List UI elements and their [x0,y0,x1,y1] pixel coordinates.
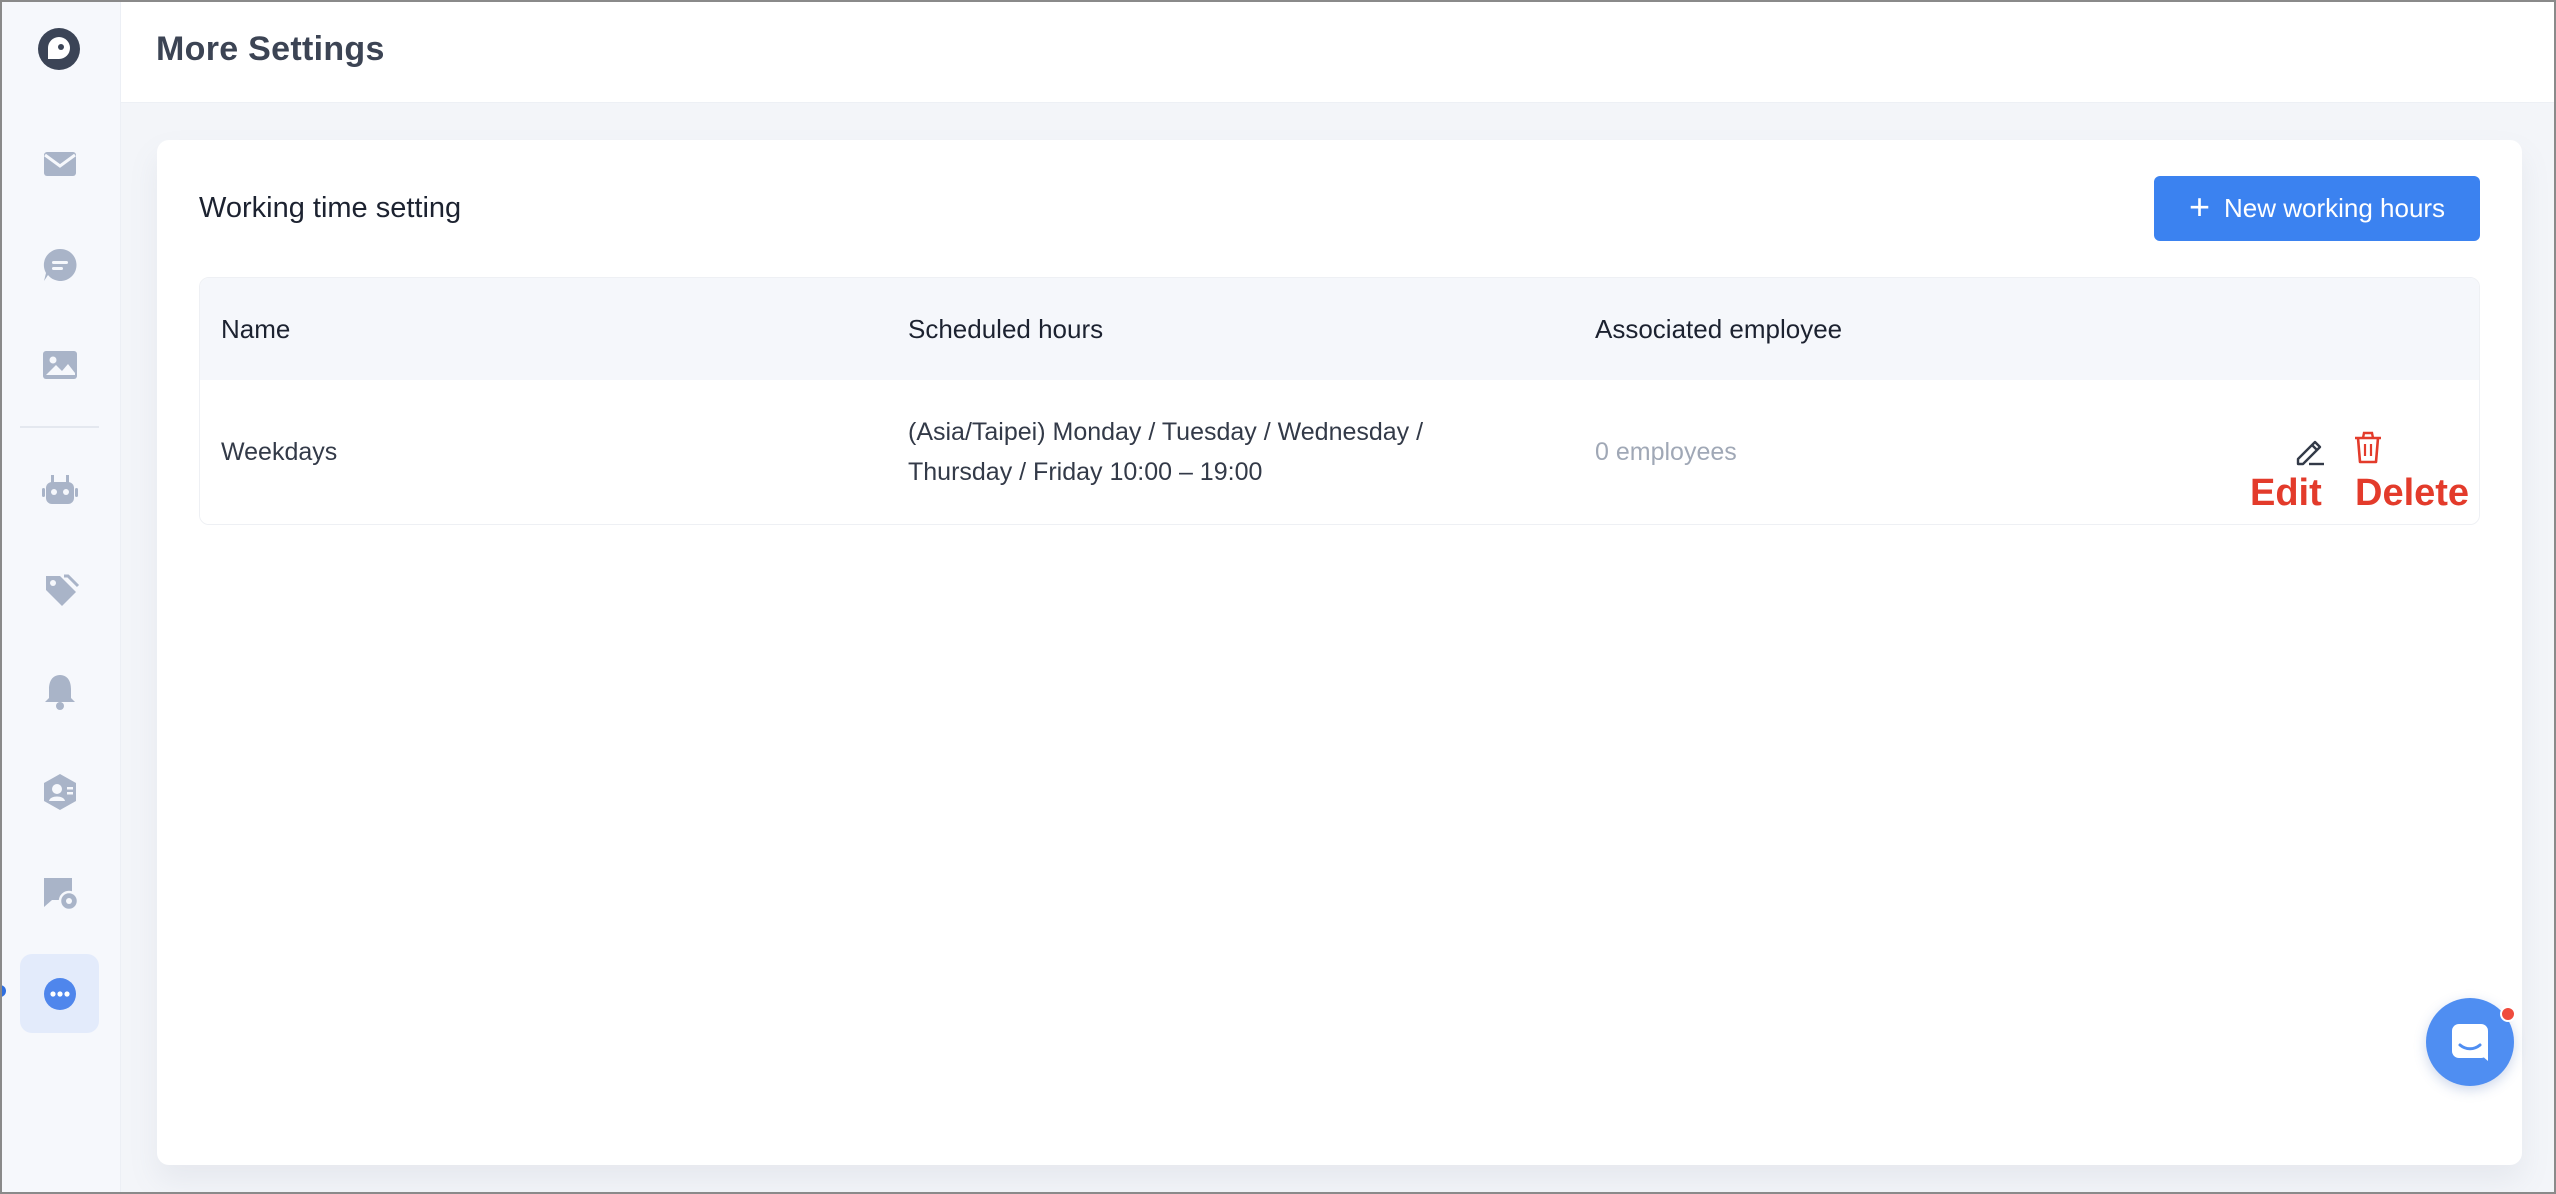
card-title: Working time setting [199,192,462,224]
working-hours-table: Name Scheduled hours Associated employee… [199,277,2480,525]
page-header: More Settings [121,0,2556,103]
unread-indicator [2500,1006,2516,1022]
tags-icon [45,574,79,606]
sidebar-item-bot[interactable] [20,450,99,529]
user-shield-icon [43,773,76,810]
sidebar-item-chat-settings[interactable] [20,852,99,931]
column-header-name: Name [221,314,291,344]
trash-icon [2355,431,2381,464]
active-indicator [0,985,6,997]
sidebar-item-tags[interactable] [20,550,99,629]
sidebar-item-inbox[interactable] [20,124,99,203]
sidebar-divider [20,426,99,428]
table-row: Weekdays (Asia/Taipei) Monday / Tuesday … [200,380,2479,524]
chat-bubble-icon [43,248,76,281]
sidebar [0,0,121,1194]
delete-button[interactable] [2348,428,2388,468]
more-icon [43,977,76,1010]
row-name: Weekdays [221,438,338,466]
page-title: More Settings [156,30,385,68]
new-working-hours-label: New working hours [2223,193,2446,223]
scheduled-hours-line-2: Thursday / Friday 10:00 – 19:00 [908,458,1263,486]
column-header-associated-employee: Associated employee [1595,314,1843,344]
plus-icon: + [2188,186,2210,227]
image-icon [42,350,77,379]
bell-icon [44,674,75,710]
pencil-icon [2296,440,2324,466]
new-working-hours-button[interactable]: + New working hours [2154,176,2480,241]
mail-icon [43,151,76,176]
sidebar-item-chat[interactable] [20,225,99,304]
sidebar-item-media[interactable] [20,325,99,404]
sidebar-item-admins[interactable] [20,752,99,831]
delete-annotation: Delete [2355,472,2470,514]
edit-annotation: Edit [2250,472,2322,514]
working-time-card: Working time setting + New working hours… [157,140,2522,1165]
scheduled-hours-line-1: (Asia/Taipei) Monday / Tuesday / Wednesd… [908,418,1424,446]
chat-settings-icon [43,877,79,911]
sidebar-item-more[interactable] [20,954,99,1033]
edit-button[interactable] [2290,430,2330,470]
robot-icon [41,474,78,504]
table-header: Name Scheduled hours Associated employee [200,278,2479,380]
column-header-scheduled-hours: Scheduled hours [908,314,1104,344]
sidebar-item-notifications[interactable] [20,651,99,730]
row-scheduled-hours: (Asia/Taipei) Monday / Tuesday / Wednesd… [908,412,1423,492]
app-logo[interactable] [38,28,80,70]
chat-widget-icon [2452,1024,2488,1061]
row-associated-employees[interactable]: 0 employees [1595,432,1737,472]
